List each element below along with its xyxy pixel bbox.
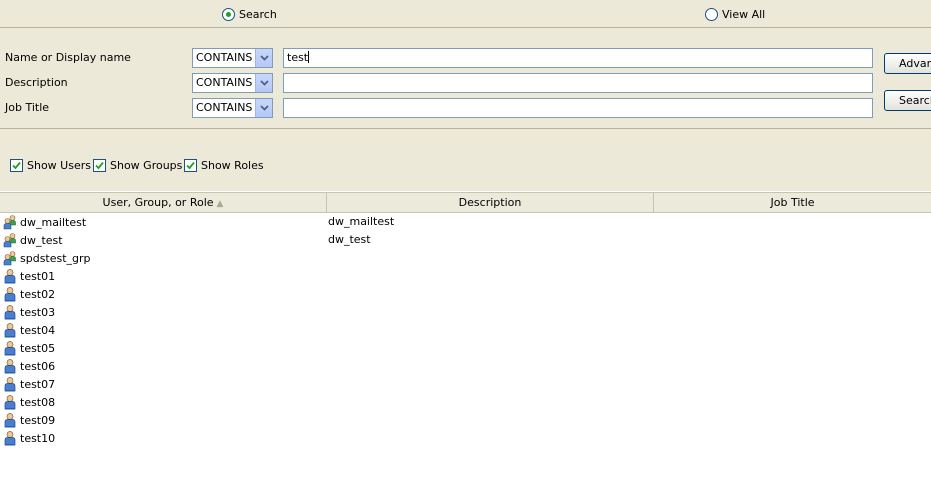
chevron-down-icon[interactable]	[255, 49, 272, 67]
row-name: spdstest_grp	[20, 251, 91, 265]
row-name: test08	[20, 395, 56, 409]
job-title-filter-input[interactable]	[283, 98, 873, 118]
cell-name: test01	[2, 267, 55, 285]
name-filter-label: Name or Display name	[5, 51, 131, 64]
job-title-operator-value: CONTAINS	[196, 101, 253, 114]
row-name: test05	[20, 341, 56, 355]
view-all-mode-radio[interactable]: View All	[705, 7, 765, 21]
row-name: test03	[20, 305, 56, 319]
user-icon	[2, 376, 18, 392]
row-name: test09	[20, 413, 56, 427]
user-icon	[2, 358, 18, 374]
column-header-description[interactable]: Description	[327, 193, 654, 213]
search-panel: Search View All Name or Display name CON…	[0, 0, 931, 191]
checkmark-icon	[93, 158, 106, 172]
user-icon	[2, 340, 18, 356]
user-icon	[2, 268, 18, 284]
divider	[0, 128, 931, 129]
cell-name: test07	[2, 375, 55, 393]
cell-name: test06	[2, 357, 55, 375]
name-operator-select[interactable]: CONTAINS	[192, 48, 273, 68]
row-name: test06	[20, 359, 56, 373]
name-operator-value: CONTAINS	[196, 51, 253, 64]
row-name: test10	[20, 431, 56, 445]
user-icon	[2, 430, 18, 446]
search-mode-radio[interactable]: Search	[222, 7, 277, 21]
table-row[interactable]: test04	[0, 321, 931, 339]
cell-name: test05	[2, 339, 55, 357]
cell-name: spdstest_grp	[2, 249, 91, 267]
row-name: dw_mailtest	[20, 215, 87, 229]
table-row[interactable]: test03	[0, 303, 931, 321]
name-filter-input[interactable]: test	[283, 48, 873, 68]
table-row[interactable]: test10	[0, 429, 931, 447]
text-caret	[308, 51, 310, 63]
row-name: test07	[20, 377, 56, 391]
table-row[interactable]: dw_test dw_test	[0, 231, 931, 249]
row-name: dw_test	[20, 233, 63, 247]
radio-unselected-icon	[705, 7, 718, 21]
column-header-name-label: User, Group, or Role	[102, 196, 214, 209]
cell-name: test03	[2, 303, 55, 321]
cell-name: dw_test	[2, 231, 63, 249]
checkmark-icon	[184, 158, 197, 172]
table-row[interactable]: test06	[0, 357, 931, 375]
table-row[interactable]: test09	[0, 411, 931, 429]
row-name: test02	[20, 287, 56, 301]
job-title-filter-label: Job Title	[5, 101, 50, 114]
table-row[interactable]: test05	[0, 339, 931, 357]
show-roles-checkbox[interactable]: Show Roles	[184, 158, 264, 172]
cell-name: test09	[2, 411, 55, 429]
user-icon	[2, 412, 18, 428]
table-row[interactable]: test08	[0, 393, 931, 411]
search-button[interactable]: Search	[884, 90, 931, 111]
table-row[interactable]: test01	[0, 267, 931, 285]
show-users-label: Show Users	[27, 158, 91, 172]
row-description: dw_mailtest	[328, 215, 395, 228]
view-all-mode-label: View All	[722, 7, 766, 21]
name-filter-value: test	[287, 51, 309, 64]
chevron-down-icon[interactable]	[255, 74, 272, 92]
table-row[interactable]: dw_mailtest dw_mailtest	[0, 213, 931, 231]
sort-ascending-icon: ▲	[216, 199, 224, 209]
table-row[interactable]: test07	[0, 375, 931, 393]
show-users-checkbox[interactable]: Show Users	[10, 158, 91, 172]
cell-name: test08	[2, 393, 55, 411]
group-icon	[2, 250, 18, 266]
show-roles-label: Show Roles	[201, 158, 264, 172]
description-operator-value: CONTAINS	[196, 76, 253, 89]
row-name: test04	[20, 323, 56, 337]
user-icon	[2, 394, 18, 410]
group-icon	[2, 232, 18, 248]
user-icon	[2, 322, 18, 338]
chevron-down-icon[interactable]	[255, 99, 272, 117]
cell-name: dw_mailtest	[2, 213, 86, 231]
checkmark-icon	[10, 158, 23, 172]
row-description: dw_test	[328, 233, 371, 246]
cell-name: test04	[2, 321, 55, 339]
show-groups-label: Show Groups	[110, 158, 183, 172]
description-filter-label: Description	[5, 76, 68, 89]
cell-name: test10	[2, 429, 55, 447]
table-row[interactable]: spdstest_grp	[0, 249, 931, 267]
user-icon	[2, 304, 18, 320]
column-header-job-title[interactable]: Job Title	[654, 193, 931, 213]
mode-selector: Search View All	[0, 0, 931, 28]
user-icon	[2, 286, 18, 302]
search-mode-label: Search	[239, 7, 277, 21]
job-title-operator-select[interactable]: CONTAINS	[192, 98, 273, 118]
description-filter-input[interactable]	[283, 73, 873, 93]
radio-selected-icon	[222, 7, 235, 21]
show-groups-checkbox[interactable]: Show Groups	[93, 158, 182, 172]
group-icon	[2, 214, 18, 230]
column-header-name[interactable]: User, Group, or Role ▲	[0, 193, 327, 213]
advanced-button[interactable]: Advanced...	[884, 53, 931, 74]
results-table-header: User, Group, or Role ▲ Description Job Ti…	[0, 192, 931, 213]
description-operator-select[interactable]: CONTAINS	[192, 73, 273, 93]
table-row[interactable]: test02	[0, 285, 931, 303]
row-name: test01	[20, 269, 56, 283]
cell-name: test02	[2, 285, 55, 303]
